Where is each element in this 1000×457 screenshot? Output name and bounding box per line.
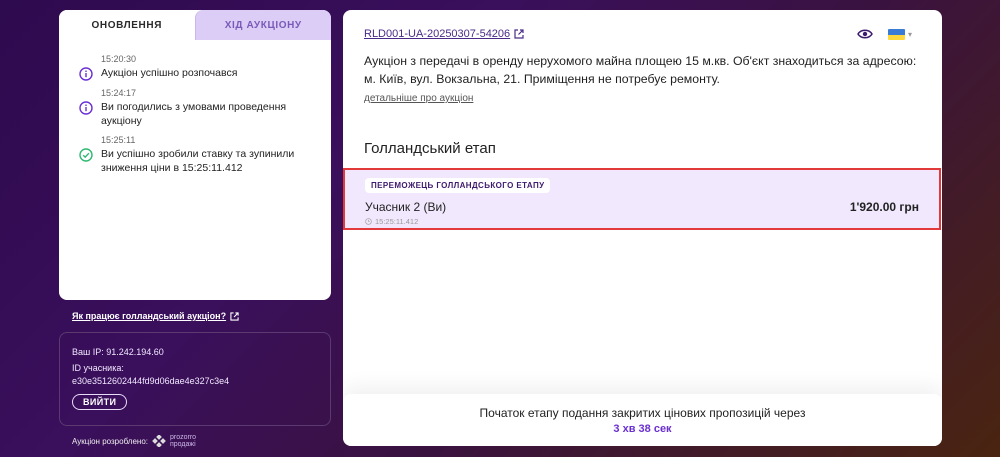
updates-panel: ОНОВЛЕННЯ ХІД АУКЦІОНУ 15:20:30 Аукціон … bbox=[59, 10, 331, 300]
list-item: 15:24:17 Ви погодились з умовами проведе… bbox=[79, 88, 321, 128]
stage-title: Голландський етап bbox=[364, 140, 496, 157]
auction-description: Аукціон з передачі в оренду нерухомого м… bbox=[364, 54, 917, 86]
update-time: 15:20:30 bbox=[101, 54, 137, 64]
info-icon bbox=[79, 67, 93, 81]
countdown-label: Початок етапу подання закритих цінових п… bbox=[479, 406, 806, 420]
prozorro-logo-text: prozorro продажі bbox=[170, 434, 196, 448]
list-item: 15:20:30 Аукціон успішно розпочався bbox=[79, 54, 321, 81]
clock-icon bbox=[365, 218, 372, 225]
update-message: Ви погодились з умовами проведення аукці… bbox=[101, 101, 287, 127]
user-info-box: Ваш IP: 91.242.194.60 ID учасника: e30e3… bbox=[59, 332, 331, 426]
participant-id: e30e3512602444fd9d06dae4e327c3e4 bbox=[72, 376, 230, 386]
winner-time: 15:25:11.412 bbox=[365, 217, 418, 226]
winner-row: ПЕРЕМОЖЕЦЬ ГОЛЛАНДСЬКОГО ЕТАПУ Учасник 2… bbox=[343, 168, 941, 230]
chevron-down-icon[interactable]: ▾ bbox=[908, 30, 912, 39]
auction-id: RLD001-UA-20250307-54206 bbox=[364, 28, 511, 40]
stage-countdown: Початок етапу подання закритих цінових п… bbox=[343, 394, 942, 446]
updates-list: 15:20:30 Аукціон успішно розпочався 15:2… bbox=[59, 40, 331, 175]
auction-details-link[interactable]: детальніше про аукціон bbox=[364, 93, 473, 104]
logout-button[interactable]: ВИЙТИ bbox=[72, 394, 128, 410]
list-item: 15:25:11 Ви успішно зробили ставку та зу… bbox=[79, 135, 321, 175]
winner-name: Учасник 2 (Ви) bbox=[365, 200, 447, 214]
language-flag-icon[interactable] bbox=[888, 29, 905, 40]
winner-time-value: 15:25:11.412 bbox=[375, 217, 419, 226]
made-by-label: Аукціон розроблено: bbox=[72, 436, 148, 446]
auction-main-panel: RLD001-UA-20250307-54206 ▾ Аукціон з пер… bbox=[343, 10, 942, 446]
how-dutch-auction-link[interactable]: Як працює голландський аукціон? bbox=[72, 311, 239, 321]
info-icon bbox=[79, 101, 93, 115]
auction-id-link[interactable]: RLD001-UA-20250307-54206 bbox=[364, 28, 524, 40]
prozorro-logo-icon bbox=[152, 435, 166, 447]
how-link-label: Як працює голландський аукціон? bbox=[72, 311, 227, 321]
panel-tabs: ОНОВЛЕННЯ ХІД АУКЦІОНУ bbox=[59, 10, 331, 40]
update-message: Ви успішно зробили ставку та зупинили зн… bbox=[101, 148, 295, 174]
eye-icon[interactable] bbox=[857, 28, 873, 40]
external-link-icon bbox=[514, 29, 524, 39]
logo-line-1: prozorro bbox=[170, 434, 197, 441]
participant-id-label: ID учасника: bbox=[72, 363, 124, 373]
tab-auction-progress[interactable]: ХІД АУКЦІОНУ bbox=[194, 10, 331, 40]
update-message: Аукціон успішно розпочався bbox=[101, 67, 238, 79]
update-time: 15:25:11 bbox=[101, 135, 136, 145]
external-link-icon bbox=[230, 311, 239, 321]
winner-badge: ПЕРЕМОЖЕЦЬ ГОЛЛАНДСЬКОГО ЕТАПУ bbox=[365, 178, 551, 193]
update-time: 15:24:17 bbox=[101, 88, 137, 98]
tab-updates[interactable]: ОНОВЛЕННЯ bbox=[59, 10, 195, 40]
countdown-value: 3 хв 38 сек bbox=[613, 423, 672, 435]
ip-address: Ваш IP: 91.242.194.60 bbox=[72, 347, 164, 357]
logo-line-2: продажі bbox=[170, 441, 196, 448]
check-circle-icon bbox=[79, 148, 93, 162]
winner-price: 1'920.00 грн bbox=[849, 200, 919, 214]
made-by: Аукціон розроблено: prozorro продажі bbox=[72, 434, 196, 448]
